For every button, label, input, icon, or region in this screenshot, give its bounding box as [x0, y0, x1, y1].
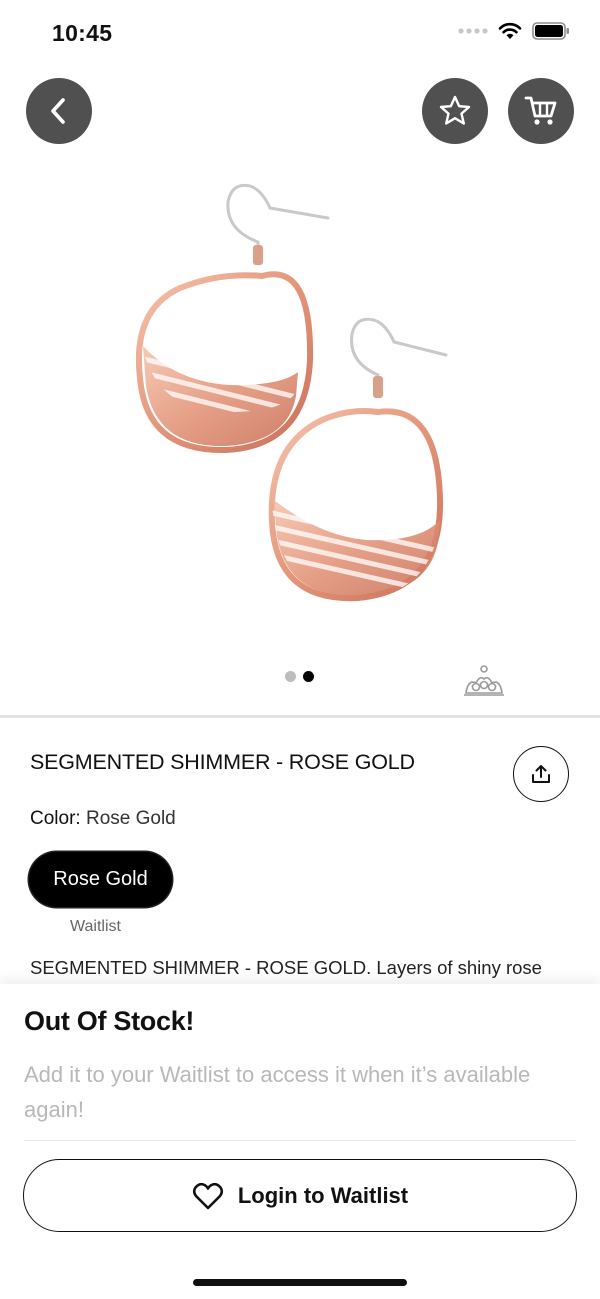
- sheet-title: Out Of Stock!: [24, 1006, 195, 1036]
- cart-icon: [524, 96, 557, 125]
- status-bar: 10:45: [0, 0, 600, 66]
- sheet-divider: [24, 1140, 576, 1141]
- variant-status: Waitlist: [70, 918, 121, 935]
- sheet-message: Add it to your Waitlist to access it whe…: [24, 1062, 531, 1122]
- product-description: SEGMENTED SHIMMER - ROSE GOLD. Layers of…: [30, 957, 542, 978]
- wifi-icon: [498, 22, 522, 39]
- image-pagination[interactable]: [285, 671, 314, 682]
- back-button[interactable]: [26, 78, 92, 144]
- star-icon: [439, 95, 471, 125]
- cart-button[interactable]: [508, 78, 574, 144]
- status-time: 10:45: [52, 20, 113, 46]
- color-label: Color:: [30, 808, 81, 829]
- variant-chip-rose-gold[interactable]: Rose Gold: [29, 852, 172, 907]
- login-to-waitlist-button[interactable]: Login to Waitlist: [23, 1159, 577, 1232]
- chevron-left-icon: [51, 98, 65, 124]
- section-divider: [0, 715, 600, 718]
- variant-chip-label: Rose Gold: [53, 868, 148, 890]
- status-icons: [458, 22, 570, 40]
- share-button[interactable]: [513, 746, 569, 802]
- signal-dots-icon: [458, 28, 488, 34]
- product-image[interactable]: [0, 150, 600, 650]
- page-dot-active[interactable]: [303, 671, 314, 682]
- heart-icon: [192, 1182, 223, 1209]
- waitlist-button-label: Login to Waitlist: [237, 1182, 409, 1208]
- color-value: Rose Gold: [85, 808, 176, 829]
- favorite-button[interactable]: [422, 78, 488, 144]
- page-dot[interactable]: [285, 671, 296, 682]
- battery-icon: [532, 22, 569, 40]
- share-icon: [532, 765, 550, 783]
- home-indicator[interactable]: [193, 1279, 407, 1286]
- brand-crown-logo: [464, 665, 504, 696]
- color-row: Color: Rose Gold: [30, 808, 176, 830]
- out-of-stock-sheet: Out Of Stock! Add it to your Waitlist to…: [0, 984, 600, 1299]
- product-title: SEGMENTED SHIMMER - ROSE GOLD: [30, 750, 415, 774]
